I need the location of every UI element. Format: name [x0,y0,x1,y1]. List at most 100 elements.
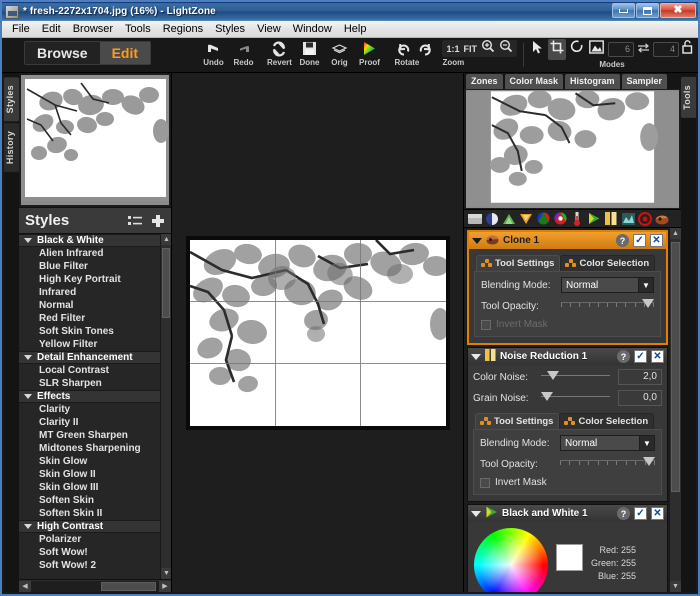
list-view-icon[interactable] [128,215,143,227]
image-canvas-area[interactable] [172,73,463,592]
grain-noise-value[interactable]: 0,0 [618,390,662,406]
sharpen-icon[interactable] [501,211,517,226]
menu-edit[interactable]: Edit [36,22,67,36]
help-icon[interactable]: ? [616,234,629,247]
blending-mode-select[interactable]: Normal ▼ [561,277,654,293]
enable-check-icon[interactable]: ✓ [634,350,647,363]
scroll-down-icon[interactable]: ▼ [161,568,171,579]
subtab-tool-settings[interactable]: Tool Settings [475,413,560,429]
hue-saturation-icon[interactable] [535,211,551,226]
menu-styles[interactable]: Styles [209,22,251,36]
swap-icon[interactable] [637,41,650,59]
zonemapper-icon[interactable] [467,211,483,226]
slider-knob[interactable] [541,391,553,401]
zoom-in-icon[interactable] [481,39,495,58]
style-item[interactable]: Local Contrast [19,364,160,377]
style-item[interactable]: MT Green Sharpen [19,429,160,442]
tool-opacity-slider[interactable] [561,299,654,314]
slider-knob[interactable] [546,370,559,380]
style-item[interactable]: SLR Sharpen [19,377,160,390]
menu-regions[interactable]: Regions [157,22,209,36]
style-group-effects[interactable]: Effects [19,390,160,403]
vtab-styles[interactable]: Styles [4,77,19,122]
enable-check-icon[interactable]: ✓ [633,234,646,247]
style-item[interactable]: Soft Wow! 2 [19,559,160,572]
tab-color-mask[interactable]: Color Mask [504,74,564,89]
edit-mode-button[interactable]: Edit [99,42,151,64]
style-item[interactable]: Skin Glow [19,455,160,468]
styles-vertical-scrollbar[interactable]: ▲ ▼ [160,234,171,579]
style-item[interactable]: Soften Skin II [19,507,160,520]
invert-mask-checkbox[interactable] [481,319,491,330]
chevron-down-icon[interactable] [471,510,481,517]
scroll-down-icon[interactable]: ▼ [670,581,681,592]
subtab-color-selection[interactable]: Color Selection [559,413,655,429]
tool-card-noise-reduction[interactable]: Noise Reduction 1 ? ✓ ✕ Color Noise: 2,0 [467,347,668,502]
style-item[interactable]: High Key Portrait [19,273,160,286]
chevron-down-icon[interactable]: ▼ [638,278,653,292]
scroll-left-icon[interactable]: ◀ [19,580,31,592]
color-noise-slider[interactable] [541,370,610,385]
chevron-down-icon[interactable] [472,237,482,244]
noise-reduction-card-header[interactable]: Noise Reduction 1 ? ✓ ✕ [468,348,667,365]
proof-button[interactable]: Proof [354,40,384,67]
white-balance-icon[interactable] [569,211,585,226]
hscroll-thumb[interactable] [101,581,157,591]
invert-mask-checkbox[interactable] [480,477,490,488]
style-item[interactable]: Soft Wow! [19,546,160,559]
chevron-down-icon[interactable] [471,353,481,360]
black-and-white-icon[interactable] [586,211,602,226]
crop-height-input[interactable]: 4 [653,42,679,57]
done-button[interactable]: Done [294,40,324,67]
style-item[interactable]: Blue Filter [19,260,160,273]
hscroll-track[interactable] [31,580,159,592]
thumbnail-preview[interactable] [21,75,169,205]
style-item[interactable]: Soften Skin [19,494,160,507]
red-eye-icon[interactable] [637,211,653,226]
rotate-left-button[interactable] [394,40,414,57]
browse-mode-button[interactable]: Browse [25,42,100,64]
style-item[interactable]: Clarity [19,403,160,416]
tools-vertical-scrollbar[interactable]: ▲ ▼ [669,228,681,592]
undo-button[interactable]: Undo [198,40,228,67]
style-item[interactable]: Skin Glow III [19,481,160,494]
styles-list[interactable]: Black & White Alien Infrared Blue Filter… [19,234,171,579]
zoom-out-icon[interactable] [499,39,513,58]
color-wheel[interactable] [474,528,548,592]
scrollbar-thumb[interactable] [671,242,680,492]
style-item[interactable]: Infrared [19,286,160,299]
subtab-tool-settings[interactable]: Tool Settings [476,255,561,271]
clone-card-header[interactable]: Clone 1 ? ✓ ✕ [469,232,666,249]
relight-icon[interactable] [484,211,500,226]
slider-knob[interactable] [642,299,654,308]
style-item[interactable]: Yellow Filter [19,338,160,351]
style-group-detail-enhancement[interactable]: Detail Enhancement [19,351,160,364]
enable-check-icon[interactable]: ✓ [634,507,647,520]
scroll-up-icon[interactable]: ▲ [161,234,171,245]
style-item[interactable]: Clarity II [19,416,160,429]
revert-button[interactable]: Revert [264,40,294,67]
style-item[interactable]: Soft Skin Tones [19,325,160,338]
style-item[interactable]: Alien Infrared [19,247,160,260]
close-icon[interactable]: ✕ [650,234,663,247]
unlock-icon[interactable] [682,40,694,59]
gaussian-blur-icon[interactable] [620,211,636,226]
tab-histogram[interactable]: Histogram [565,74,620,89]
style-item[interactable]: Skin Glow II [19,468,160,481]
style-item[interactable]: Red Filter [19,312,160,325]
close-icon[interactable]: ✕ [651,350,664,363]
maximize-button[interactable] [636,3,659,18]
menu-file[interactable]: File [6,22,36,36]
minimize-button[interactable] [612,3,635,18]
blur-icon[interactable] [518,211,534,226]
arrow-pointer-icon[interactable] [530,39,545,61]
zoom-fit-button[interactable]: FIT [464,44,478,54]
style-group-high-contrast[interactable]: High Contrast [19,520,160,533]
tools-stack[interactable]: Clone 1 ? ✓ ✕ Tool Settings Color Select… [464,228,681,592]
style-item[interactable]: Polarizer [19,533,160,546]
tool-card-clone[interactable]: Clone 1 ? ✓ ✕ Tool Settings Color Select… [467,230,668,345]
orig-button[interactable]: Orig [324,40,354,67]
edited-image[interactable] [189,239,446,426]
vtab-history[interactable]: History [4,123,19,173]
grain-noise-slider[interactable] [541,391,610,406]
